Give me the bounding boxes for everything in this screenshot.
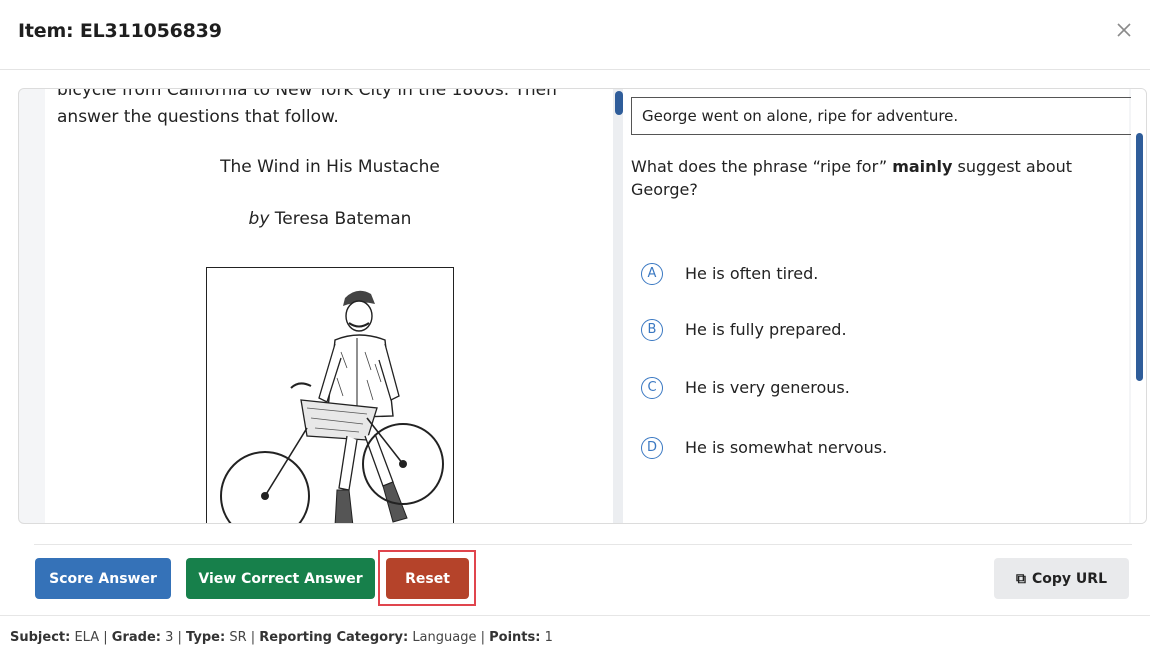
byline-prefix: by [248,209,270,229]
author-name: Teresa Bateman [274,209,412,229]
option-bubble[interactable]: B [641,319,663,341]
copy-url-label: Copy URL [1032,570,1107,587]
footer-divider [0,615,1150,616]
option-text: He is often tired. [685,264,819,283]
passage-scrollbar[interactable] [615,91,623,115]
story-byline: by Teresa Bateman [45,209,615,229]
answer-option-b[interactable]: B He is fully prepared. [641,317,1041,345]
option-text: He is somewhat nervous. [685,438,888,457]
view-correct-answer-button[interactable]: View Correct Answer [186,558,375,599]
option-bubble[interactable]: D [641,437,663,459]
answer-option-a[interactable]: A He is often tired. [641,261,1041,289]
modal-header: Item: EL311056839 [0,0,1150,70]
reset-button[interactable]: Reset [386,558,469,599]
points-value: 1 [544,630,553,645]
prompt-emphasis: mainly [892,157,953,176]
subject-label: Subject: [10,630,71,645]
type-label: Type: [186,630,226,645]
prompt-text-start: What does the phrase “ripe for” [631,157,893,176]
option-text: He is very generous. [685,378,850,397]
question-stem: George went on alone, ripe for adventure… [631,97,1137,135]
item-title: Item: EL311056839 [18,20,222,42]
story-title: The Wind in His Mustache [220,157,440,177]
option-text: He is fully prepared. [685,320,847,339]
category-label: Reporting Category: [259,630,409,645]
passage-intro: bicycle from California to New York City… [57,89,557,127]
copy-url-button[interactable]: ⧉ Copy URL [994,558,1129,599]
points-label: Points: [489,630,541,645]
item-content-frame: bicycle from California to New York City… [18,88,1147,524]
answer-option-d[interactable]: D He is somewhat nervous. [641,435,1041,463]
passage-pane[interactable]: bicycle from California to New York City… [45,89,615,523]
item-metadata: Subject: ELA | Grade: 3 | Type: SR | Rep… [10,630,553,645]
close-icon[interactable] [1110,16,1138,44]
score-answer-button[interactable]: Score Answer [35,558,171,599]
question-scrollbar[interactable] [1136,133,1143,381]
option-bubble[interactable]: C [641,377,663,399]
type-value: SR [229,630,247,645]
option-bubble[interactable]: A [641,263,663,285]
question-pane: George went on alone, ripe for adventure… [623,89,1137,523]
grade-label: Grade: [111,630,161,645]
man-with-bicycle-illustration [206,267,454,523]
copy-icon: ⧉ [1016,570,1026,587]
pane-divider[interactable] [613,89,623,523]
grade-value: 3 [165,630,174,645]
question-prompt: What does the phrase “ripe for” mainly s… [631,155,1111,201]
category-value: Language [412,630,477,645]
toolbar-divider [34,544,1132,545]
answer-option-c[interactable]: C He is very generous. [641,375,1041,403]
subject-value: ELA [74,630,100,645]
